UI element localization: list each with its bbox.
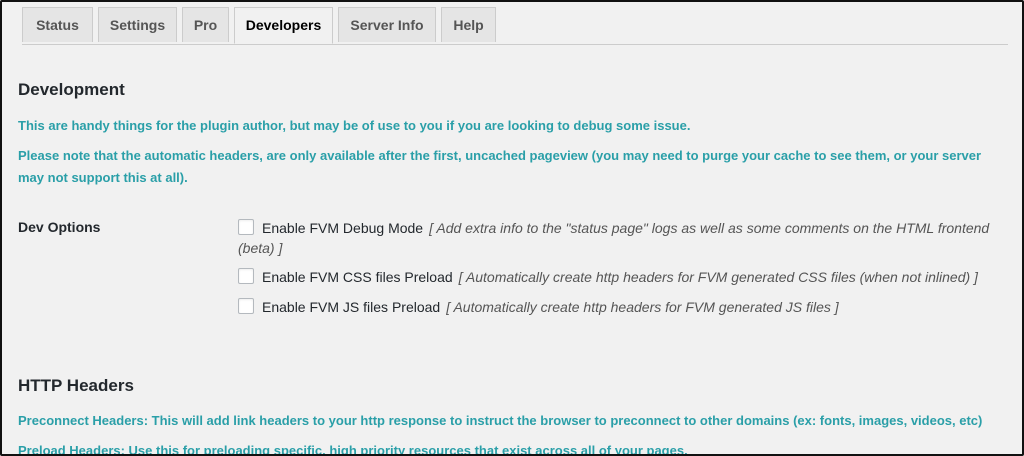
- development-heading: Development: [18, 80, 125, 99]
- preload-headers-description: Preload Headers: Use this for preloading…: [18, 443, 688, 456]
- development-note: Please note that the automatic headers, …: [18, 148, 982, 185]
- js-preload-label[interactable]: Enable FVM JS files Preload: [262, 299, 440, 315]
- tab-bar: Status Settings Pro Developers Server In…: [22, 7, 1008, 45]
- option-js-preload: Enable FVM JS files Preload [ Automatical…: [238, 297, 1006, 317]
- tab-status[interactable]: Status: [22, 7, 93, 42]
- option-css-preload: Enable FVM CSS files Preload [ Automatica…: [238, 267, 1006, 287]
- css-preload-checkbox[interactable]: [238, 268, 254, 284]
- http-headers-heading: HTTP Headers: [18, 376, 134, 395]
- tab-server-info[interactable]: Server Info: [338, 7, 436, 42]
- css-preload-hint: [ Automatically create http headers for …: [458, 269, 978, 285]
- tab-pro[interactable]: Pro: [182, 7, 229, 42]
- js-preload-checkbox[interactable]: [238, 298, 254, 314]
- option-debug-mode: Enable FVM Debug Mode[ Add extra info to…: [238, 218, 1006, 258]
- debug-mode-checkbox[interactable]: [238, 219, 254, 235]
- debug-mode-label[interactable]: Enable FVM Debug Mode: [262, 220, 423, 236]
- tab-developers[interactable]: Developers: [234, 7, 333, 44]
- tab-settings[interactable]: Settings: [98, 7, 177, 42]
- css-preload-label[interactable]: Enable FVM CSS files Preload: [262, 269, 453, 285]
- js-preload-hint: [ Automatically create http headers for …: [446, 299, 839, 315]
- development-description: This are handy things for the plugin aut…: [18, 118, 691, 133]
- preconnect-headers-description: Preconnect Headers: This will add link h…: [18, 413, 983, 428]
- dev-options-label: Dev Options: [18, 219, 101, 235]
- tab-help[interactable]: Help: [441, 7, 496, 42]
- settings-page: Status Settings Pro Developers Server In…: [0, 0, 1024, 456]
